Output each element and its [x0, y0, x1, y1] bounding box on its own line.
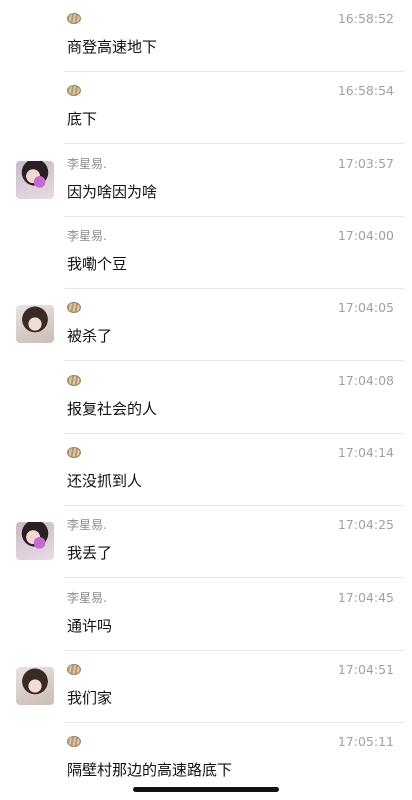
shell-icon [67, 735, 81, 747]
message-text: 还没抓到人 [67, 472, 143, 490]
shell-icon [67, 374, 81, 386]
sender-name: 李星易. [67, 228, 107, 243]
message-item[interactable]: 16:58:54 底下 [0, 72, 412, 144]
message-time: 17:04:51 [337, 662, 394, 677]
message-text: 我们家 [67, 689, 113, 707]
divider [64, 577, 404, 578]
shell-icon [67, 12, 81, 24]
message-sender [67, 732, 81, 750]
message-sender [67, 443, 81, 461]
message-sender: 李星易. [67, 154, 107, 172]
shell-icon [67, 301, 81, 313]
message-item[interactable]: 17:04:14 还没抓到人 [0, 434, 412, 506]
message-text: 底下 [67, 110, 98, 128]
message-text: 我嘞个豆 [67, 255, 128, 273]
message-sender: 李星易. [67, 588, 107, 606]
message-sender [67, 298, 81, 316]
divider [64, 360, 404, 361]
sender-name: 李星易. [67, 590, 107, 605]
message-sender: 李星易. [67, 515, 107, 533]
message-text: 隔壁村那边的高速路底下 [67, 761, 233, 779]
avatar[interactable] [16, 305, 54, 343]
avatar[interactable] [16, 667, 54, 705]
avatar[interactable] [16, 161, 54, 199]
message-time: 17:04:08 [337, 373, 394, 388]
divider [64, 143, 404, 144]
shell-icon [67, 663, 81, 675]
message-text: 因为啥因为啥 [67, 183, 158, 201]
message-item[interactable]: 17:04:05 被杀了 [0, 289, 412, 361]
message-text: 商登高速地下 [67, 38, 158, 56]
message-item[interactable]: 李星易. 17:03:57 因为啥因为啥 [0, 145, 412, 217]
message-sender [67, 371, 81, 389]
message-item[interactable]: 李星易. 17:04:00 我嘞个豆 [0, 217, 412, 289]
message-time: 16:58:52 [337, 11, 394, 26]
message-item[interactable]: 李星易. 17:04:25 我丢了 [0, 506, 412, 578]
message-item[interactable]: 16:58:52 商登高速地下 [0, 0, 412, 72]
message-text: 我丢了 [67, 544, 113, 562]
message-item[interactable]: 17:05:11 隔壁村那边的高速路底下 [0, 723, 412, 795]
shell-icon [67, 446, 81, 458]
sender-name: 李星易. [67, 517, 107, 532]
message-sender [67, 81, 81, 99]
message-time: 17:04:45 [337, 590, 394, 605]
message-time: 16:58:54 [337, 83, 394, 98]
shell-icon [67, 84, 81, 96]
message-sender [67, 660, 81, 678]
message-text: 报复社会的人 [67, 400, 158, 418]
sender-name: 李星易. [67, 156, 107, 171]
message-time: 17:04:00 [337, 228, 394, 243]
message-time: 17:03:57 [337, 156, 394, 171]
message-time: 17:04:14 [337, 445, 394, 460]
message-sender: 李星易. [67, 226, 107, 244]
message-sender [67, 9, 81, 27]
message-item[interactable]: 17:04:08 报复社会的人 [0, 362, 412, 434]
avatar[interactable] [16, 522, 54, 560]
message-time: 17:05:11 [337, 734, 394, 749]
message-item[interactable]: 17:04:51 我们家 [0, 651, 412, 723]
home-indicator[interactable] [133, 787, 279, 792]
message-text: 通许吗 [67, 617, 113, 635]
message-time: 17:04:25 [337, 517, 394, 532]
message-text: 被杀了 [67, 327, 113, 345]
chat-history-screen: 16:58:52 商登高速地下 16:58:54 底下 李星易. 17:03:5… [0, 0, 412, 800]
message-item[interactable]: 李星易. 17:04:45 通许吗 [0, 579, 412, 651]
message-time: 17:04:05 [337, 300, 394, 315]
